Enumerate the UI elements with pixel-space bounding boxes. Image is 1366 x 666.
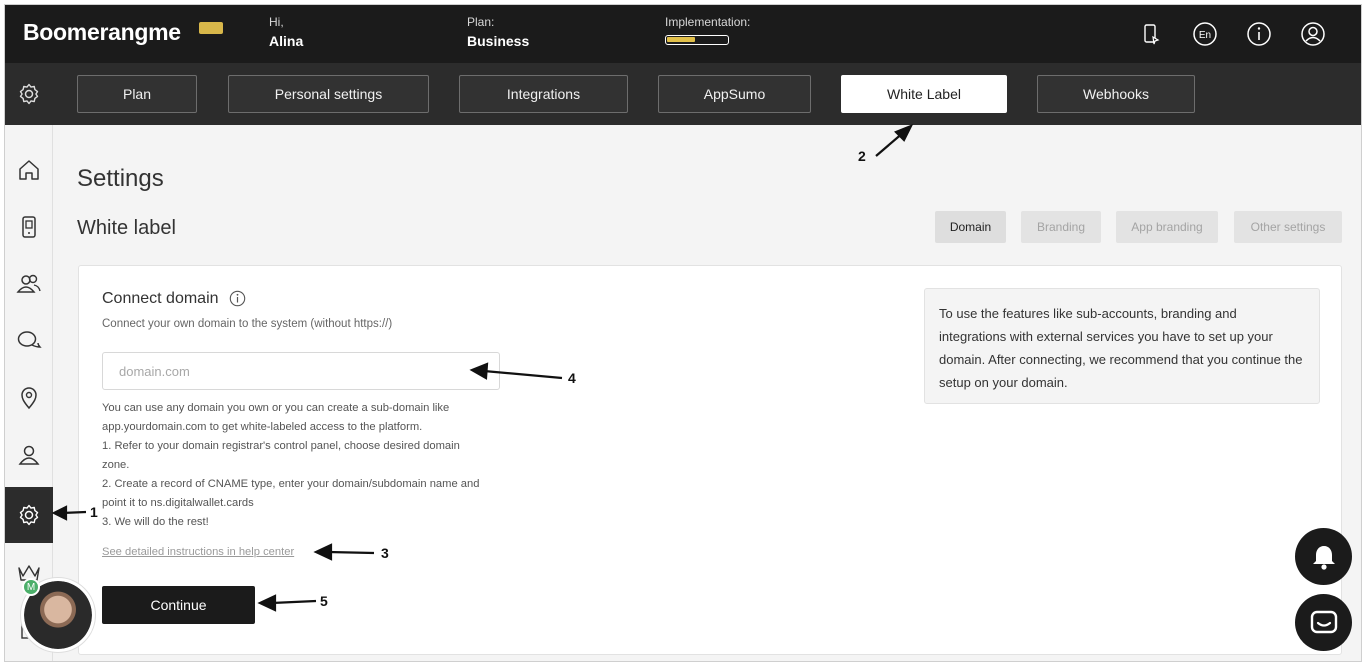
info-icon[interactable]: [229, 290, 246, 312]
user-icon[interactable]: [5, 427, 53, 483]
subtab-other-settings[interactable]: Other settings: [1234, 211, 1342, 243]
help-line: point it to ns.digitalwallet.cards: [102, 497, 254, 509]
user-icon[interactable]: [1299, 20, 1327, 48]
gear-icon[interactable]: [5, 63, 53, 125]
annotation-3: 3: [381, 545, 389, 561]
subtab-branding[interactable]: Branding: [1021, 211, 1101, 243]
annotation-4: 4: [568, 370, 576, 386]
annotation-2: 2: [858, 148, 866, 164]
plan-block: Plan: Business: [467, 15, 529, 49]
help-line: You can use any domain you own or you ca…: [102, 402, 450, 414]
continue-button[interactable]: Continue: [102, 586, 255, 624]
logo[interactable]: Boomerangme: [23, 19, 181, 46]
phone-icon[interactable]: [1137, 20, 1165, 48]
support-chat-button[interactable]: [1295, 594, 1352, 651]
help-line: 3. We will do the rest!: [102, 516, 209, 528]
domain-input[interactable]: [102, 352, 500, 390]
device-icon[interactable]: [5, 199, 53, 255]
annotation-1: 1: [90, 504, 98, 520]
notifications-button[interactable]: [1295, 528, 1352, 585]
subtab-domain[interactable]: Domain: [935, 211, 1006, 243]
implementation-label: Implementation:: [665, 15, 751, 29]
tab-appsumo[interactable]: AppSumo: [658, 75, 811, 113]
header-icons: En: [1137, 20, 1327, 48]
top-header: Boomerangme Hi, Alina Plan: Business Imp…: [5, 5, 1361, 63]
help-text: You can use any domain you own or you ca…: [102, 399, 502, 532]
help-line: 2. Create a record of CNAME type, enter …: [102, 478, 480, 490]
card-title: Connect domain: [102, 290, 219, 307]
annotation-5: 5: [320, 593, 328, 609]
tab-personal-settings[interactable]: Personal settings: [228, 75, 429, 113]
tab-white-label[interactable]: White Label: [841, 75, 1007, 113]
tab-plan[interactable]: Plan: [77, 75, 197, 113]
main-content: Settings White label Domain Branding App…: [54, 125, 1361, 661]
avatar-badge: M: [22, 578, 40, 596]
location-icon[interactable]: [5, 370, 53, 426]
language-label: En: [1199, 30, 1211, 41]
plan-label: Plan:: [467, 15, 495, 29]
chat-icon[interactable]: [5, 313, 53, 369]
card-subtitle: Connect your own domain to the system (w…: [102, 318, 393, 330]
domain-notice: To use the features like sub-accounts, b…: [924, 288, 1320, 404]
section-title: White label: [77, 217, 176, 239]
help-line: zone.: [102, 459, 130, 471]
tab-integrations[interactable]: Integrations: [459, 75, 628, 113]
home-icon[interactable]: [5, 142, 53, 198]
chat-icon: [1310, 610, 1337, 633]
greeting-label: Hi,: [269, 15, 284, 29]
settings-nav: Plan Personal settings Integrations AppS…: [5, 63, 1361, 125]
implementation-progress: [665, 35, 729, 45]
tab-webhooks[interactable]: Webhooks: [1037, 75, 1195, 113]
help-center-link[interactable]: See detailed instructions in help center: [102, 546, 294, 558]
implementation-block[interactable]: Implementation:: [665, 15, 750, 45]
customers-icon[interactable]: [5, 256, 53, 312]
connect-domain-card: Connect domain Connect your own domain t…: [78, 265, 1342, 655]
plan-value: Business: [467, 33, 530, 49]
help-line: 1. Refer to your domain registrar's cont…: [102, 440, 460, 452]
implementation-progress-fill: [667, 37, 695, 42]
bell-icon: [1312, 545, 1335, 570]
page-title: Settings: [77, 165, 164, 192]
language-icon[interactable]: En: [1191, 20, 1219, 48]
user-name: Alina: [269, 33, 304, 49]
gear-icon[interactable]: [5, 487, 53, 543]
logo-badge: [199, 22, 223, 34]
subtab-app-branding[interactable]: App branding: [1116, 211, 1218, 243]
greeting-block: Hi, Alina: [269, 15, 303, 49]
help-line: app.yourdomain.com to get white-labeled …: [102, 421, 423, 433]
info-icon[interactable]: [1245, 20, 1273, 48]
app-window: Boomerangme Hi, Alina Plan: Business Imp…: [4, 4, 1362, 662]
